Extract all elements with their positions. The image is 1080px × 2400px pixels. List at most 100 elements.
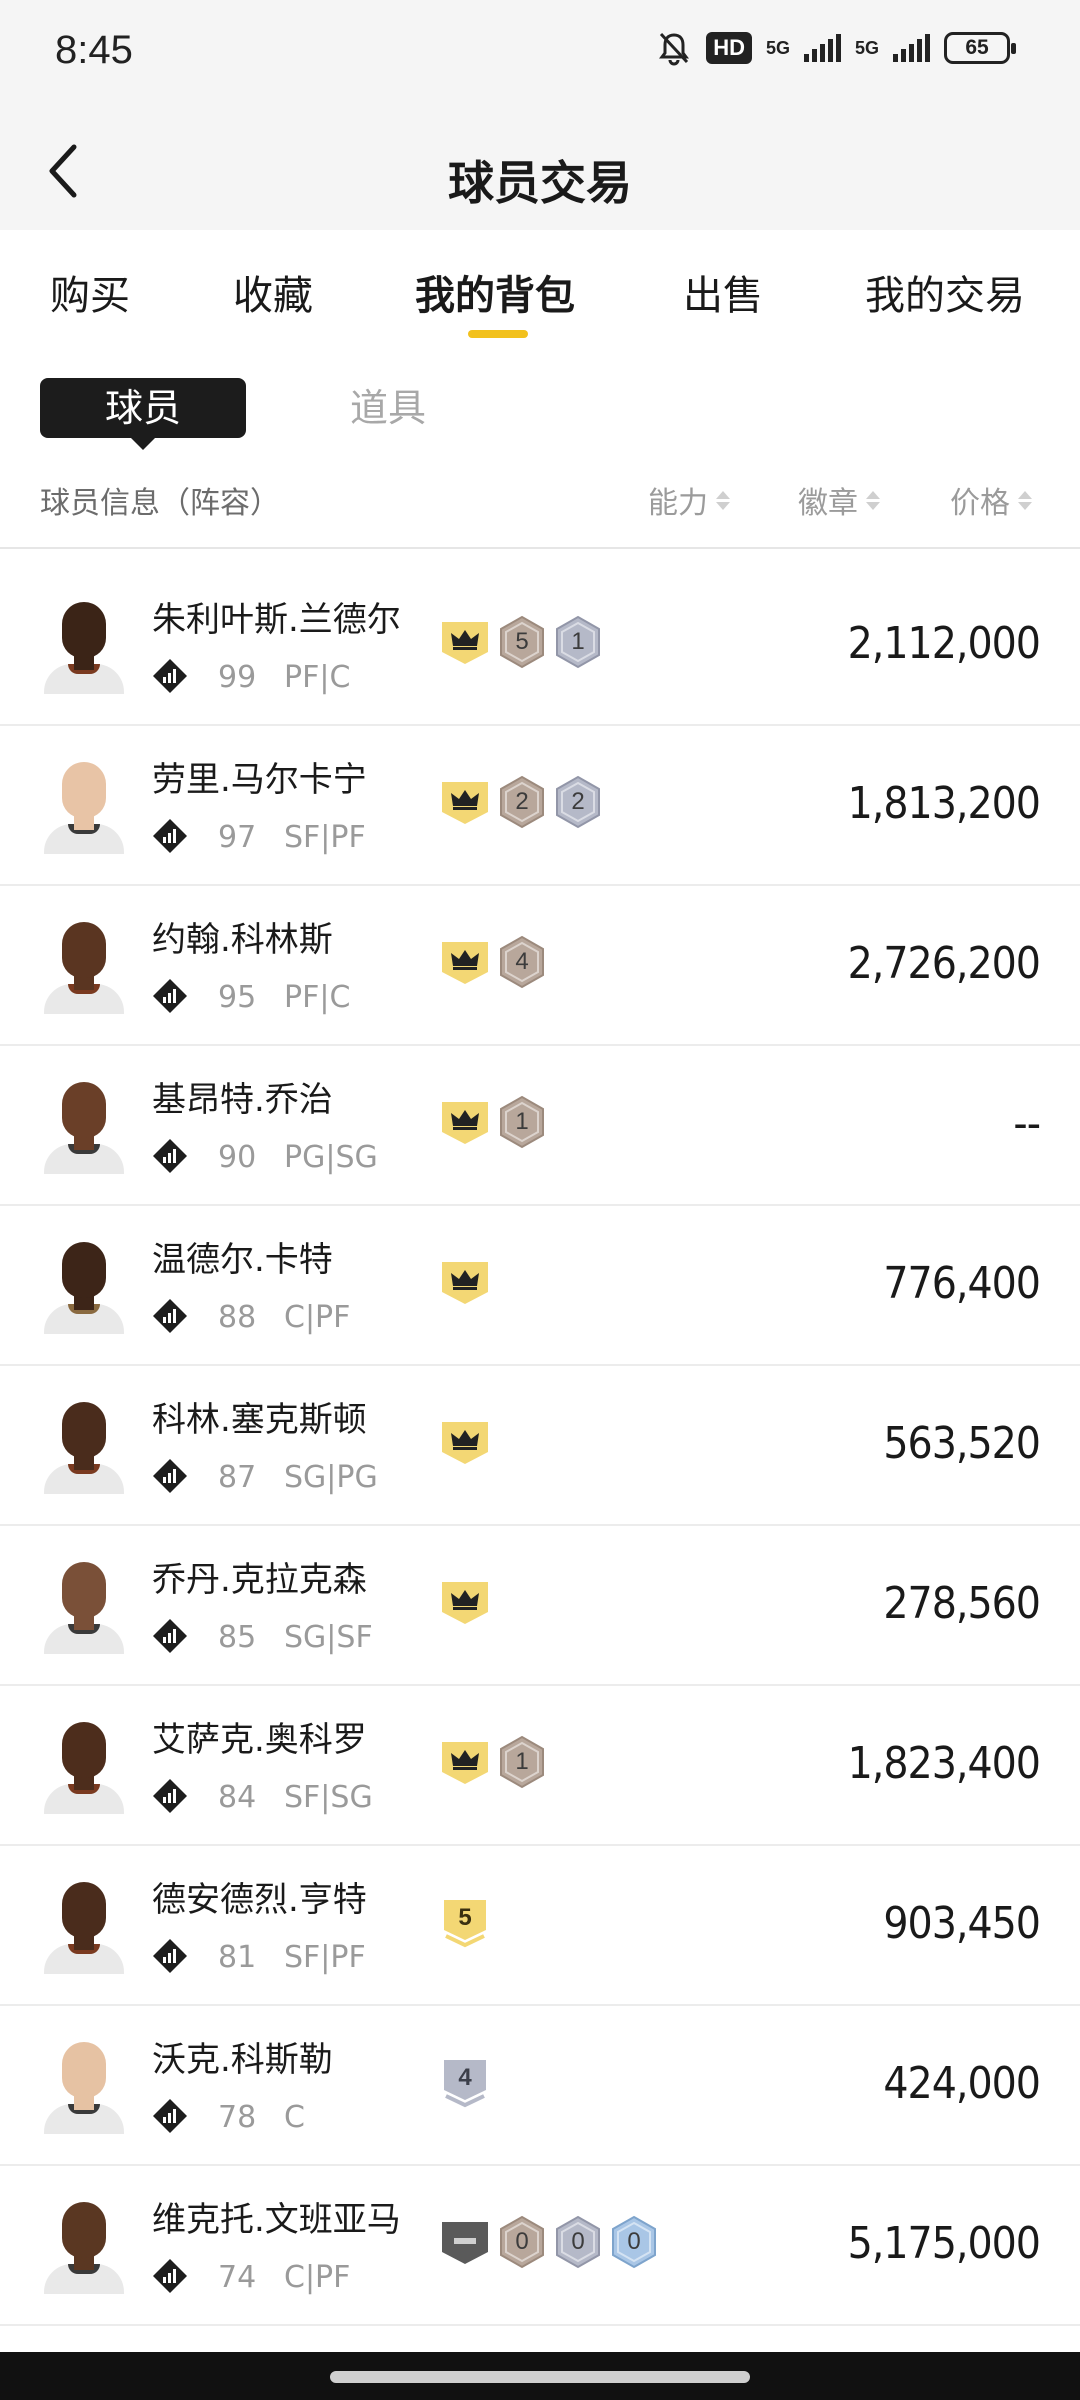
bell-muted-icon <box>659 32 690 66</box>
player-name: 朱利叶斯.兰德尔 <box>152 600 401 640</box>
player-avatar <box>40 754 128 854</box>
player-avatar <box>40 1394 128 1494</box>
player-row[interactable]: 温德尔.卡特 88 C|PF 776,400 <box>0 1206 1080 1366</box>
network-label-1: 5G <box>765 37 790 58</box>
segment-players[interactable]: 球员 <box>40 378 246 450</box>
player-position: C|PF <box>284 1300 351 1335</box>
player-name: 基昂特.乔治 <box>152 1080 333 1120</box>
avatar-face <box>62 1402 106 1458</box>
player-name: 沃克.科斯勒 <box>152 2040 333 2080</box>
player-price: 903,450 <box>883 1898 1041 1949</box>
rating-tier-icon <box>153 1939 187 1973</box>
badge-count: 2 <box>571 788 585 815</box>
player-row[interactable]: 科林.塞克斯顿 87 SG|PG 563,520 <box>0 1366 1080 1526</box>
column-price-sort[interactable]: 价格 <box>950 478 1032 522</box>
player-row[interactable]: 艾萨克.奥科罗 84 SF|SG 1 1,823,400 <box>0 1686 1080 1846</box>
column-badges-label: 徽章 <box>798 486 858 521</box>
player-position: SG|SF <box>284 1620 373 1655</box>
status-icons: HD 5G 5G 65 <box>656 30 1016 66</box>
player-row[interactable]: 基昂特.乔治 90 PG|SG 1 -- <box>0 1046 1080 1206</box>
badge-count: 4 <box>515 948 529 975</box>
main-tabs: 购买 收藏 我的背包 出售 我的交易 <box>0 230 1080 360</box>
tab-sell[interactable]: 出售 <box>683 263 763 321</box>
player-trade-screen: { "status_bar": {"time": "8:45", "hd": "… <box>0 0 1080 2400</box>
player-position: PG|SG <box>284 1140 378 1175</box>
player-position: SG|PG <box>284 1460 378 1495</box>
player-price: 1,823,400 <box>847 1738 1041 1789</box>
badge-group: 1 <box>440 1734 546 1790</box>
status-bar: 8:45 HD 5G 5G 65 <box>0 0 1080 105</box>
player-price: 563,520 <box>883 1418 1041 1469</box>
player-name: 科林.塞克斯顿 <box>152 1400 367 1440</box>
home-indicator[interactable] <box>330 2371 750 2383</box>
tier-shield-badge-icon: 5 <box>440 1896 490 1948</box>
player-avatar <box>40 1234 128 1334</box>
badge-count: 1 <box>571 628 585 655</box>
player-price: 424,000 <box>883 2058 1041 2109</box>
tab-buy[interactable]: 购买 <box>50 263 130 321</box>
player-avatar <box>40 1874 128 1974</box>
player-row[interactable]: 约翰.科林斯 95 PF|C 4 2,726,200 <box>0 886 1080 1046</box>
player-row[interactable]: 沃克.科斯勒 78 C 4 424,000 <box>0 2006 1080 2166</box>
segment-items[interactable]: 道具 <box>350 380 426 436</box>
player-rating: 84 <box>218 1780 257 1815</box>
badge-count: 1 <box>515 1748 529 1775</box>
player-price: 2,112,000 <box>847 618 1041 669</box>
bronze-badge-icon: 5 <box>498 615 546 669</box>
badge-count: 0 <box>571 2228 585 2255</box>
divider <box>0 547 1080 549</box>
badge-group: 4 <box>440 2054 490 2110</box>
badge-count: 2 <box>515 788 529 815</box>
shield-badge-value: 5 <box>458 1904 472 1931</box>
crown-badge-icon <box>440 1096 490 1148</box>
badge-group: 0 0 0 <box>440 2214 658 2270</box>
badge-count: 5 <box>515 628 529 655</box>
player-avatar <box>40 2194 128 2294</box>
sort-icon <box>1018 490 1032 510</box>
dash-badge-icon <box>440 2216 490 2268</box>
player-rating: 88 <box>218 1300 257 1335</box>
shield-badge-value: 4 <box>458 2064 472 2091</box>
bronze-badge-icon: 0 <box>498 2215 546 2269</box>
rating-tier-icon <box>153 1619 187 1653</box>
bronze-badge-icon: 1 <box>498 1095 546 1149</box>
silver-badge-icon: 2 <box>554 775 602 829</box>
player-avatar <box>40 1714 128 1814</box>
signal-icon-1 <box>803 34 841 62</box>
tier-shield-badge-icon: 4 <box>440 2056 490 2108</box>
hd-voice-icon: HD <box>706 32 752 64</box>
tab-my-trades[interactable]: 我的交易 <box>865 263 1025 321</box>
player-row[interactable]: 乔丹.克拉克森 85 SG|SF 278,560 <box>0 1526 1080 1686</box>
player-avatar <box>40 914 128 1014</box>
signal-icon-2 <box>893 34 930 62</box>
player-row[interactable]: 朱利叶斯.兰德尔 99 PF|C 5 1 2,112,000 <box>0 566 1080 726</box>
badge-count: 0 <box>627 2228 641 2255</box>
column-ability-sort[interactable]: 能力 <box>648 478 730 522</box>
badge-group <box>440 1254 490 1310</box>
avatar-face <box>62 1242 106 1298</box>
player-row[interactable]: 德安德烈.亨特 81 SF|PF 5 903,450 <box>0 1846 1080 2006</box>
crown-badge-icon <box>440 1736 490 1788</box>
player-position: PF|C <box>284 980 351 1015</box>
player-position: PF|C <box>284 660 351 695</box>
badge-count: 1 <box>515 1108 529 1135</box>
column-badges-sort[interactable]: 徽章 <box>798 478 880 522</box>
bronze-badge-icon: 2 <box>498 775 546 829</box>
player-name: 劳里.马尔卡宁 <box>152 760 367 800</box>
player-price: 776,400 <box>883 1258 1041 1309</box>
player-position: SF|PF <box>284 820 366 855</box>
player-row[interactable]: 劳里.马尔卡宁 97 SF|PF 2 2 1,813,200 <box>0 726 1080 886</box>
active-tab-indicator <box>468 330 528 338</box>
player-position: C|PF <box>284 2260 351 2295</box>
rating-tier-icon <box>153 819 187 853</box>
rating-tier-icon <box>153 2259 187 2293</box>
rating-tier-icon <box>153 659 187 693</box>
badge-group: 4 <box>440 934 546 990</box>
player-row[interactable]: 维克托.文班亚马 74 C|PF 0 0 0 5,175,000 <box>0 2166 1080 2326</box>
player-rating: 85 <box>218 1620 257 1655</box>
badge-group <box>440 1574 490 1630</box>
tab-favorites[interactable]: 收藏 <box>233 263 313 321</box>
player-price: 2,726,200 <box>847 938 1041 989</box>
tab-my-backpack[interactable]: 我的背包 <box>415 263 575 321</box>
crown-badge-icon <box>440 1416 490 1468</box>
